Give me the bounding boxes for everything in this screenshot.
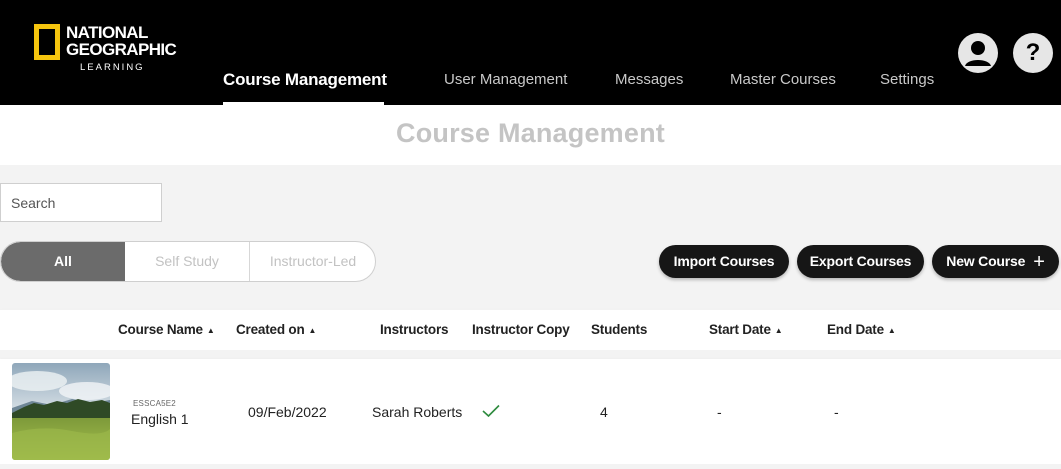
national-geographic-logo[interactable]: NATIONAL GEOGRAPHIC LEARNING (34, 22, 177, 74)
course-name-link[interactable]: English 1 (131, 411, 189, 427)
search-input[interactable] (0, 183, 162, 222)
question-mark-icon[interactable]: ? (1013, 33, 1053, 73)
column-start-date[interactable]: Start Date ▲ (709, 322, 783, 337)
logo-text-line2: GEOGRAPHIC (66, 40, 177, 59)
plus-icon: + (1033, 251, 1045, 273)
end-date-value: - (834, 404, 839, 420)
user-circle-icon[interactable] (958, 33, 998, 73)
table-header: Course Name ▲ Created on ▲ Instructors Ins… (0, 310, 1061, 350)
course-thumbnail (12, 363, 110, 460)
filter-all[interactable]: All (1, 242, 125, 281)
new-course-button[interactable]: New Course + (932, 245, 1059, 278)
active-tab-underline (223, 102, 384, 105)
students-count: 4 (600, 404, 608, 420)
column-instructors: Instructors (380, 322, 449, 337)
logo-text-line3: LEARNING (80, 62, 145, 73)
sort-up-icon: ▲ (887, 326, 896, 335)
column-instructor-copy: Instructor Copy (472, 322, 570, 337)
sort-up-icon: ▲ (308, 326, 317, 335)
table-row[interactable]: ESSCA5E2 English 1 09/Feb/2022 Sarah Rob… (0, 359, 1061, 464)
sort-up-icon: ▲ (774, 326, 783, 335)
new-course-label: New Course (946, 253, 1026, 269)
row-separator (0, 350, 1061, 359)
instructor-name: Sarah Roberts (372, 404, 463, 420)
yellow-rectangle-icon (34, 24, 60, 60)
column-end-date[interactable]: End Date ▲ (827, 322, 896, 337)
export-courses-button[interactable]: Export Courses (797, 245, 924, 278)
course-code: ESSCA5E2 (133, 399, 176, 408)
column-students: Students (591, 322, 648, 337)
top-header: NATIONAL GEOGRAPHIC LEARNING Course Mana… (0, 0, 1061, 105)
sort-up-icon: ▲ (206, 326, 215, 335)
page-title: Course Management (396, 118, 665, 148)
filter-self-study[interactable]: Self Study (125, 242, 249, 281)
column-created-on[interactable]: Created on ▲ (236, 322, 316, 337)
controls-panel: All Self Study Instructor-Led Import Cou… (0, 165, 1061, 310)
checkmark-icon (482, 404, 500, 418)
created-on-value: 09/Feb/2022 (248, 404, 327, 420)
bottom-strip (0, 464, 1061, 469)
filter-instructor-led[interactable]: Instructor-Led (250, 242, 375, 281)
column-course-name[interactable]: Course Name ▲ (118, 322, 215, 337)
nav-user-management[interactable]: User Management (444, 71, 567, 88)
nav-course-management[interactable]: Course Management (223, 70, 387, 90)
nav-messages[interactable]: Messages (615, 71, 683, 88)
course-type-filter: All Self Study Instructor-Led (0, 241, 376, 282)
start-date-value: - (717, 404, 722, 420)
nav-master-courses[interactable]: Master Courses (730, 71, 836, 88)
import-courses-button[interactable]: Import Courses (659, 245, 789, 278)
nav-settings[interactable]: Settings (880, 71, 934, 88)
